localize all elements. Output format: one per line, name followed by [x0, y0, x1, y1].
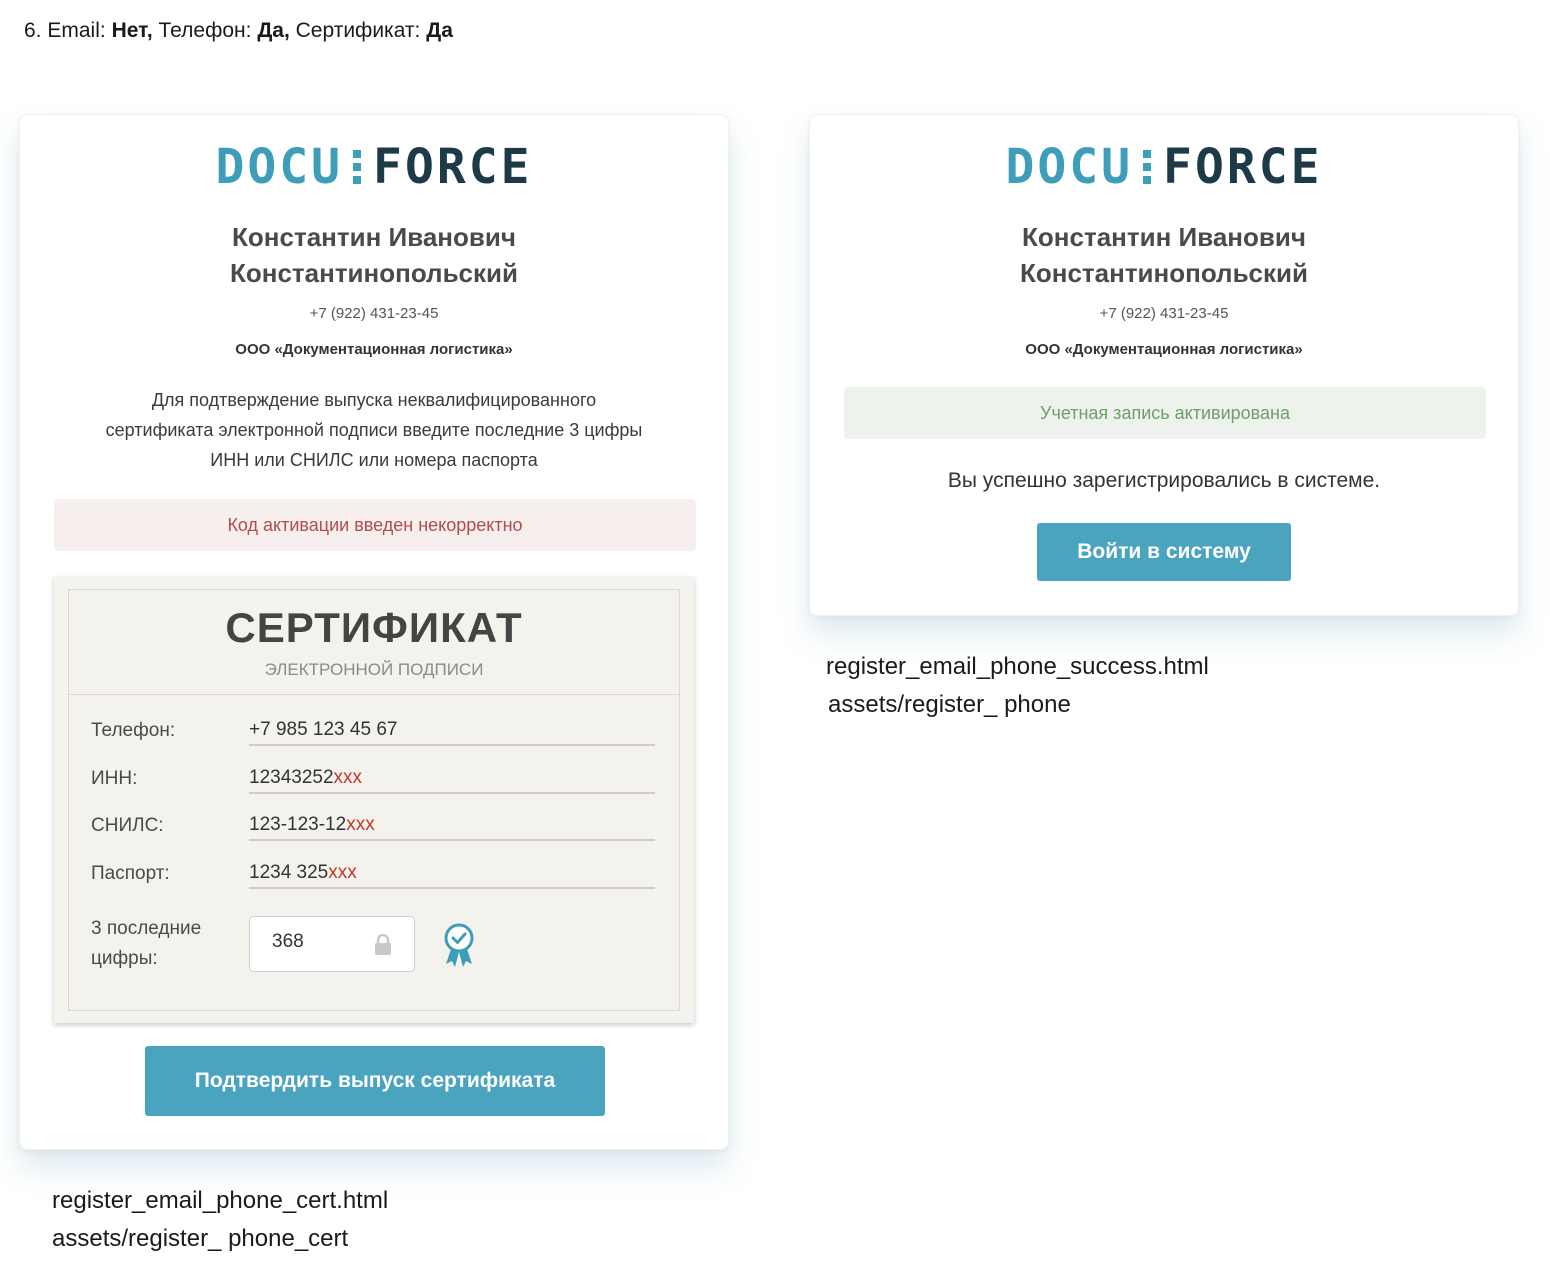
cert-row-inn: ИНН: 12343252xxx: [69, 764, 679, 794]
user-name-line-2: Константинопольский: [230, 258, 518, 288]
user-full-name: Константин Иванович Константинопольский: [810, 219, 1518, 291]
cert-row-value: +7 985 123 45 67: [249, 716, 655, 746]
user-name-line-1: Константин Иванович: [232, 222, 516, 252]
logo-part-force: FORCE: [373, 139, 533, 195]
user-phone: +7 (922) 431-23-45: [1099, 305, 1229, 322]
instruction-text: Для подтверждение выпуска неквалифициров…: [50, 385, 698, 475]
user-full-name: Константин Иванович Константинопольский: [20, 219, 728, 291]
user-name-line-2: Константинопольский: [1020, 258, 1308, 288]
heading-phone-label: Телефон:: [158, 19, 252, 42]
last-digits-label: 3 последние цифры:: [91, 918, 202, 969]
success-page-filename: register_email_phone_success.html: [826, 653, 1209, 680]
cert-row-label: Паспорт:: [91, 863, 170, 884]
certificate-panel: СЕРТИФИКАТ ЭЛЕКТРОННОЙ ПОДПИСИ Телефон: …: [54, 577, 694, 1023]
logo-separator-icon: [353, 150, 362, 184]
instruction-line-2: сертификата электронной подписи введите …: [105, 420, 643, 440]
certificate-frame: СЕРТИФИКАТ ЭЛЕКТРОННОЙ ПОДПИСИ Телефон: …: [68, 589, 680, 1011]
error-alert: Код активации введен некорректно: [54, 499, 696, 551]
login-button[interactable]: Войти в систему: [1037, 523, 1291, 581]
section-heading: 6. Email: Нет, Телефон: Да, Сертификат: …: [24, 16, 453, 46]
heading-email-label: Email:: [47, 19, 106, 42]
heading-number: 6.: [24, 19, 42, 42]
heading-phone-value: Да,: [257, 19, 290, 42]
cert-row-value: 12343252xxx: [249, 764, 655, 794]
cert-page-assets-path: assets/register_ phone_cert: [52, 1225, 349, 1252]
last-digits-field[interactable]: [249, 916, 415, 972]
last-digits-input[interactable]: [272, 931, 362, 953]
heading-email-value: Нет,: [111, 19, 153, 42]
certificate-divider: [69, 694, 679, 695]
logo-part-force: FORCE: [1163, 139, 1323, 195]
cert-page-filename: register_email_phone_cert.html: [52, 1187, 389, 1214]
heading-cert-value: Да: [426, 19, 453, 42]
docuforce-logo: DOCU FORCE: [20, 139, 728, 195]
certificate-title: СЕРТИФИКАТ: [225, 604, 523, 651]
instruction-line-1: Для подтверждение выпуска неквалифициров…: [151, 390, 597, 410]
masked-digits: xxx: [328, 862, 357, 883]
cert-row-label: СНИЛС:: [91, 815, 164, 836]
masked-digits: xxx: [346, 814, 375, 835]
award-ribbon-check-icon: [444, 923, 474, 967]
cert-row-snils: СНИЛС: 123-123-12xxx: [69, 811, 679, 841]
cert-row-phone: Телефон: +7 985 123 45 67: [69, 716, 679, 746]
certificate-subtitle: ЭЛЕКТРОННОЙ ПОДПИСИ: [264, 660, 484, 679]
success-alert: Учетная запись активирована: [844, 387, 1486, 439]
success-message: Вы успешно зарегистрировались в системе.: [947, 469, 1381, 492]
user-organization: ООО «Документационная логистика»: [1025, 341, 1303, 358]
logo-part-docu: DOCU: [1005, 139, 1134, 195]
user-phone: +7 (922) 431-23-45: [309, 305, 439, 322]
lock-icon: [375, 934, 391, 955]
heading-cert-label: Сертификат:: [295, 19, 421, 42]
cert-row-value: 123-123-12xxx: [249, 811, 655, 841]
logo-part-docu: DOCU: [215, 139, 344, 195]
logo-separator-icon: [1143, 150, 1152, 184]
masked-digits: xxx: [333, 767, 363, 788]
docuforce-logo: DOCU FORCE: [810, 139, 1518, 195]
cert-row-label: ИНН:: [91, 768, 138, 789]
user-name-line-1: Константин Иванович: [1022, 222, 1306, 252]
cert-row-value: 1234 325xxx: [249, 859, 655, 889]
instruction-line-3: ИНН или СНИЛС или номера паспорта: [210, 450, 538, 470]
cert-row-passport: Паспорт: 1234 325xxx: [69, 859, 679, 889]
success-page-assets-path: assets/register_ phone: [828, 691, 1071, 718]
confirm-certificate-button[interactable]: Подтвердить выпуск сертификата: [145, 1046, 605, 1116]
certificate-confirmation-card: DOCU FORCE Константин Иванович Константи…: [19, 114, 729, 1150]
registration-success-card: DOCU FORCE Константин Иванович Константи…: [809, 114, 1519, 616]
cert-row-label: Телефон:: [91, 720, 176, 741]
user-organization: ООО «Документационная логистика»: [235, 341, 513, 358]
